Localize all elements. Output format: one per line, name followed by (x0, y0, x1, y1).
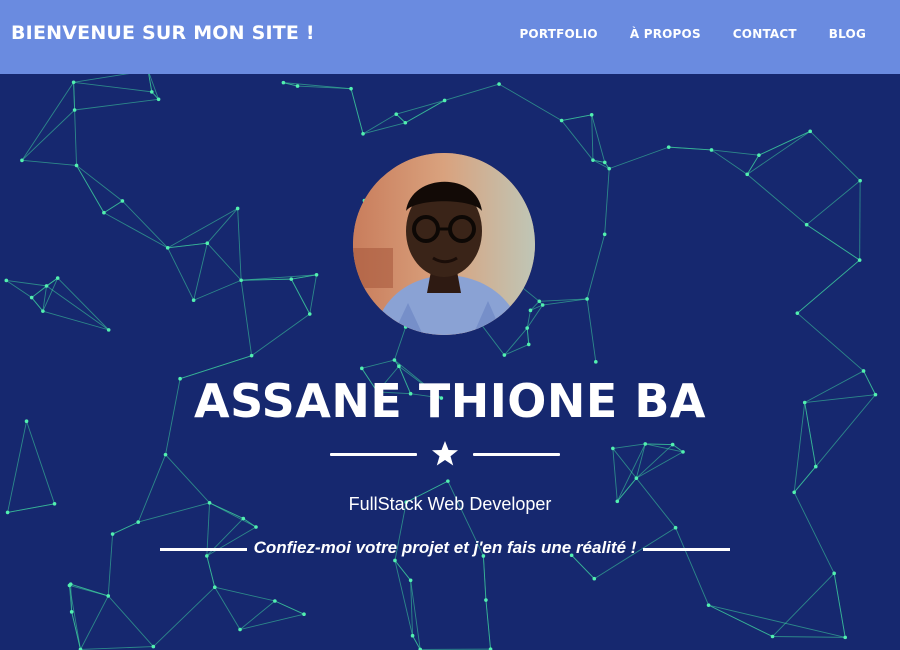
nav-blog[interactable]: BLOG (809, 27, 878, 41)
main-nav: PORTFOLIO À PROPOS CONTACT BLOG (499, 27, 878, 41)
avatar (353, 153, 535, 335)
nav-portfolio[interactable]: PORTFOLIO (499, 27, 609, 41)
page: BIENVENUE SUR MON SITE ! PORTFOLIO À PRO… (0, 0, 900, 650)
nav-contact[interactable]: CONTACT (713, 27, 809, 41)
name-divider (330, 439, 560, 469)
divider-line-right (473, 453, 560, 456)
avatar-photo (353, 153, 535, 335)
star-icon (432, 441, 458, 466)
tagline-row: Confiez-moi votre projet et j'en fais un… (160, 538, 730, 562)
hero-role: FullStack Web Developer (348, 494, 552, 514)
hero-section: ASSANE THIONE BA FullStack Web Developer… (0, 74, 900, 650)
divider-line-left (330, 453, 417, 456)
navbar: BIENVENUE SUR MON SITE ! PORTFOLIO À PRO… (0, 0, 900, 74)
nav-a-propos[interactable]: À PROPOS (610, 27, 713, 41)
tagline-line-right (643, 548, 730, 551)
site-title-link[interactable]: BIENVENUE SUR MON SITE ! (11, 22, 315, 44)
hero-name: ASSANE THIONE BA (193, 374, 707, 428)
